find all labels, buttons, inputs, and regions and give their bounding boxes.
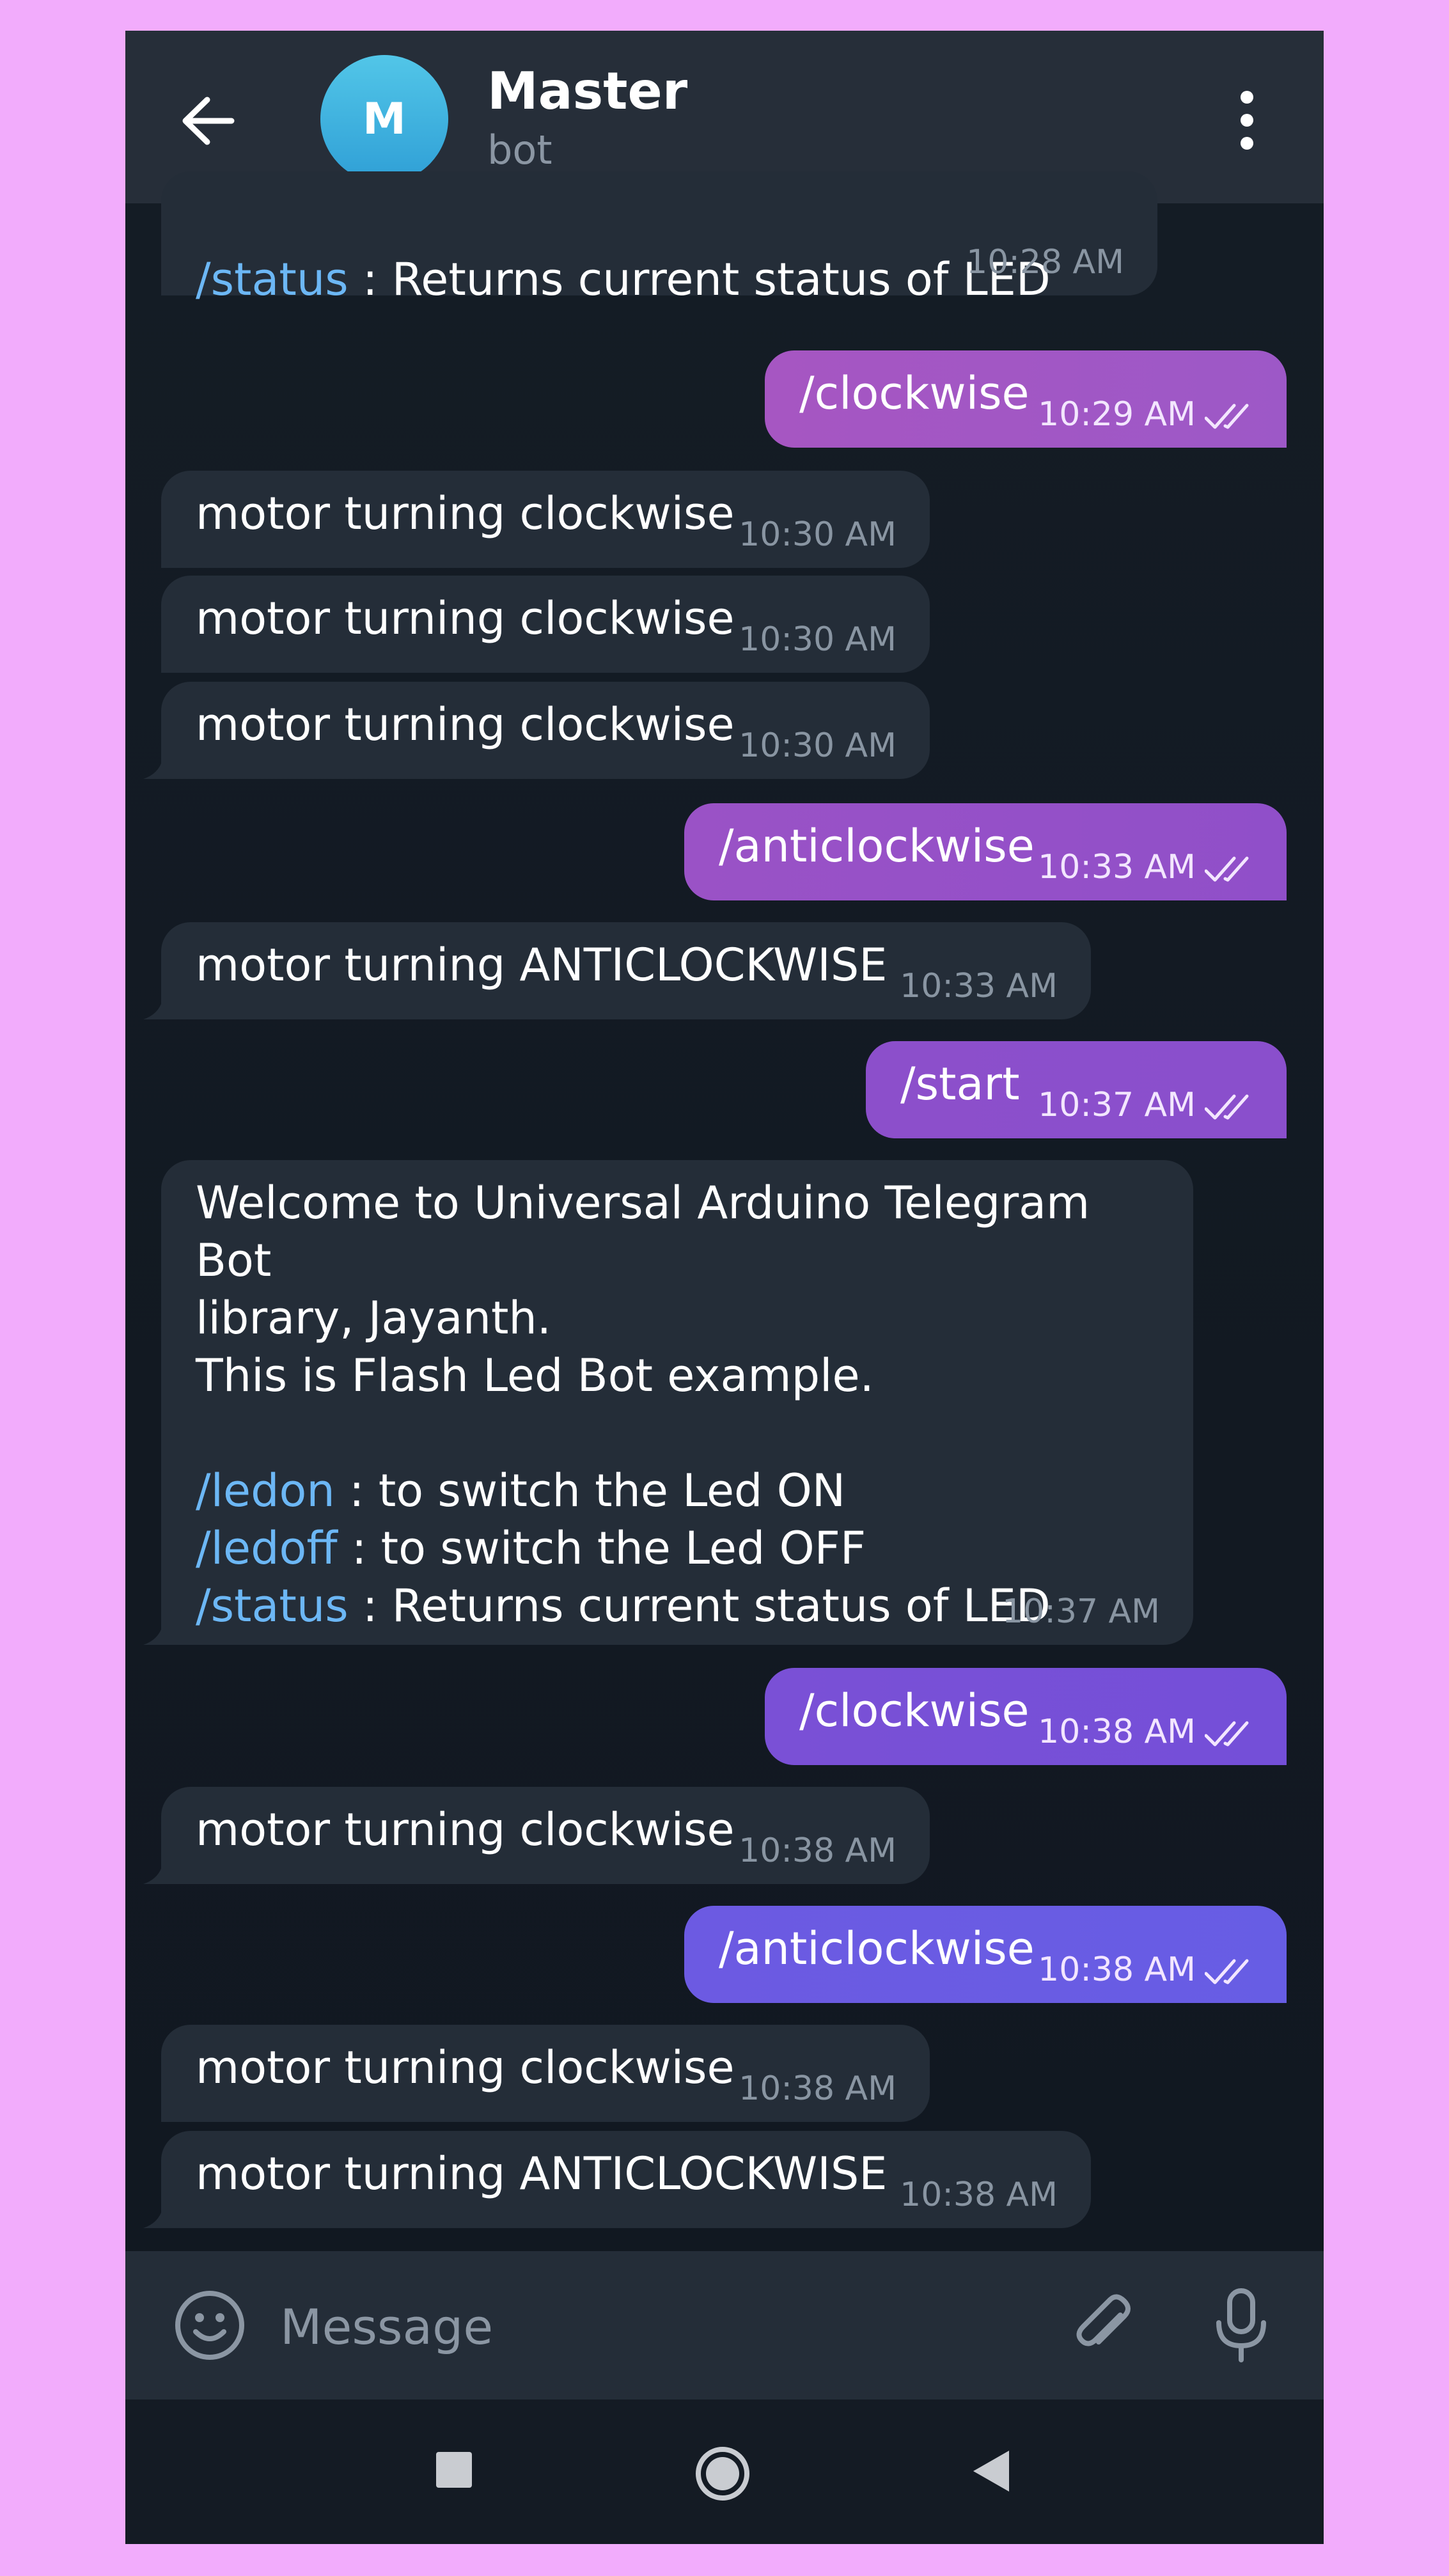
message-text: motor turning ANTICLOCKWISE <box>196 2148 888 2200</box>
message-time: 10:33 AM <box>1038 848 1256 886</box>
triangle-left-icon[interactable] <box>971 2448 1012 2494</box>
outgoing-message[interactable]: /start 10:37 AM <box>866 1041 1287 1138</box>
outgoing-message[interactable]: /anticlockwise 10:33 AM <box>684 803 1287 900</box>
double-check-icon <box>1205 1094 1249 1120</box>
message-text: motor turning clockwise <box>196 1803 735 1856</box>
message-line: Welcome to Universal Arduino Telegram Bo… <box>196 1177 1090 1287</box>
message-text: motor turning clockwise <box>196 2041 735 2094</box>
double-check-icon <box>1205 856 1249 882</box>
bubble-tail <box>143 1865 162 1884</box>
avatar-letter: M <box>363 93 406 145</box>
incoming-message[interactable]: Welcome to Universal Arduino Telegram Bo… <box>143 1160 1193 1645</box>
message-text: : Returns current status of LED <box>348 1580 1051 1632</box>
message-time: 10:38 AM <box>1038 1713 1256 1751</box>
incoming-message[interactable]: motor turning ANTICLOCKWISE 10:33 AM <box>143 922 1091 1019</box>
more-vertical-icon[interactable] <box>1234 88 1260 152</box>
circle-icon[interactable] <box>694 2446 751 2502</box>
message-time: 10:37 AM <box>1038 1086 1256 1124</box>
incoming-message[interactable]: motor turning clockwise 10:38 AM <box>161 2025 930 2122</box>
message-input-bar <box>125 2251 1324 2399</box>
microphone-icon[interactable] <box>1212 2287 1270 2364</box>
incoming-message[interactable]: /status : Returns current status of LED … <box>161 171 1157 306</box>
double-check-icon <box>1205 1959 1249 1984</box>
message-text: motor turning clockwise <box>196 698 735 751</box>
system-navigation-bar <box>125 2399 1324 2544</box>
message-time: 10:30 AM <box>739 726 897 765</box>
double-check-icon <box>1205 404 1249 429</box>
message-time: 10:38 AM <box>900 2176 1058 2214</box>
outgoing-message[interactable]: /clockwise 10:38 AM <box>765 1668 1287 1765</box>
square-icon[interactable] <box>435 2451 473 2489</box>
message-text: motor turning clockwise <box>196 487 735 540</box>
message-time: 10:30 AM <box>739 515 897 554</box>
message-line: library, Jayanth. <box>196 1292 552 1344</box>
message-text: motor turning ANTICLOCKWISE <box>196 939 888 991</box>
message-time: 10:38 AM <box>1038 1951 1256 1989</box>
paperclip-icon[interactable] <box>1065 2287 1142 2364</box>
avatar[interactable]: M <box>320 55 448 183</box>
incoming-message[interactable]: motor turning clockwise 10:30 AM <box>143 682 930 779</box>
message-time: 10:38 AM <box>739 1832 897 1870</box>
outgoing-message[interactable]: /anticlockwise 10:38 AM <box>684 1906 1287 2003</box>
incoming-message[interactable]: motor turning clockwise 10:30 AM <box>161 576 930 673</box>
message-line: This is Flash Led Bot example. <box>196 1349 874 1402</box>
message-text: motor turning clockwise <box>196 592 735 645</box>
message-time: 10:33 AM <box>900 967 1058 1005</box>
incoming-message[interactable]: motor turning ANTICLOCKWISE 10:38 AM <box>143 2131 1091 2228</box>
back-arrow-icon[interactable] <box>179 92 237 150</box>
smile-icon[interactable] <box>174 2289 246 2361</box>
incoming-message[interactable]: motor turning clockwise 10:30 AM <box>161 471 930 568</box>
message-time: 10:29 AM <box>1038 395 1256 434</box>
message-text: : to switch the Led OFF <box>337 1522 866 1575</box>
message-time: 10:38 AM <box>739 2069 897 2108</box>
command-link-status[interactable]: /status <box>196 253 349 306</box>
message-time: 10:37 AM <box>1002 1592 1160 1631</box>
message-text: /anticlockwise <box>719 820 1035 872</box>
message-text: /anticlockwise <box>719 1922 1035 1975</box>
command-link-ledoff[interactable]: /ledoff <box>196 1522 338 1575</box>
command-link-ledon[interactable]: /ledon <box>196 1465 335 1517</box>
bubble-tail <box>143 760 162 779</box>
message-text: /clockwise <box>799 1685 1030 1737</box>
message-input[interactable] <box>279 2291 1036 2362</box>
message-time: 10:28 AM <box>966 243 1124 281</box>
chat-subtitle: bot <box>487 127 552 173</box>
bubble-tail <box>143 1626 162 1645</box>
outgoing-message[interactable]: /clockwise 10:29 AM <box>765 350 1287 448</box>
double-check-icon <box>1205 1721 1249 1747</box>
bubble-tail <box>143 1000 162 1019</box>
phone-screen: M Master bot /status : Returns current s… <box>125 31 1324 2544</box>
message-text: /clockwise <box>799 367 1030 420</box>
command-link-status[interactable]: /status <box>196 1580 349 1632</box>
chat-title[interactable]: Master <box>487 61 687 121</box>
bubble-tail <box>143 2209 162 2228</box>
message-text: : to switch the Led ON <box>334 1465 846 1517</box>
message-text: : Returns current status of LED <box>348 253 1051 306</box>
message-text: /start <box>900 1058 1020 1110</box>
incoming-message[interactable]: motor turning clockwise 10:38 AM <box>143 1787 930 1884</box>
message-time: 10:30 AM <box>739 620 897 659</box>
